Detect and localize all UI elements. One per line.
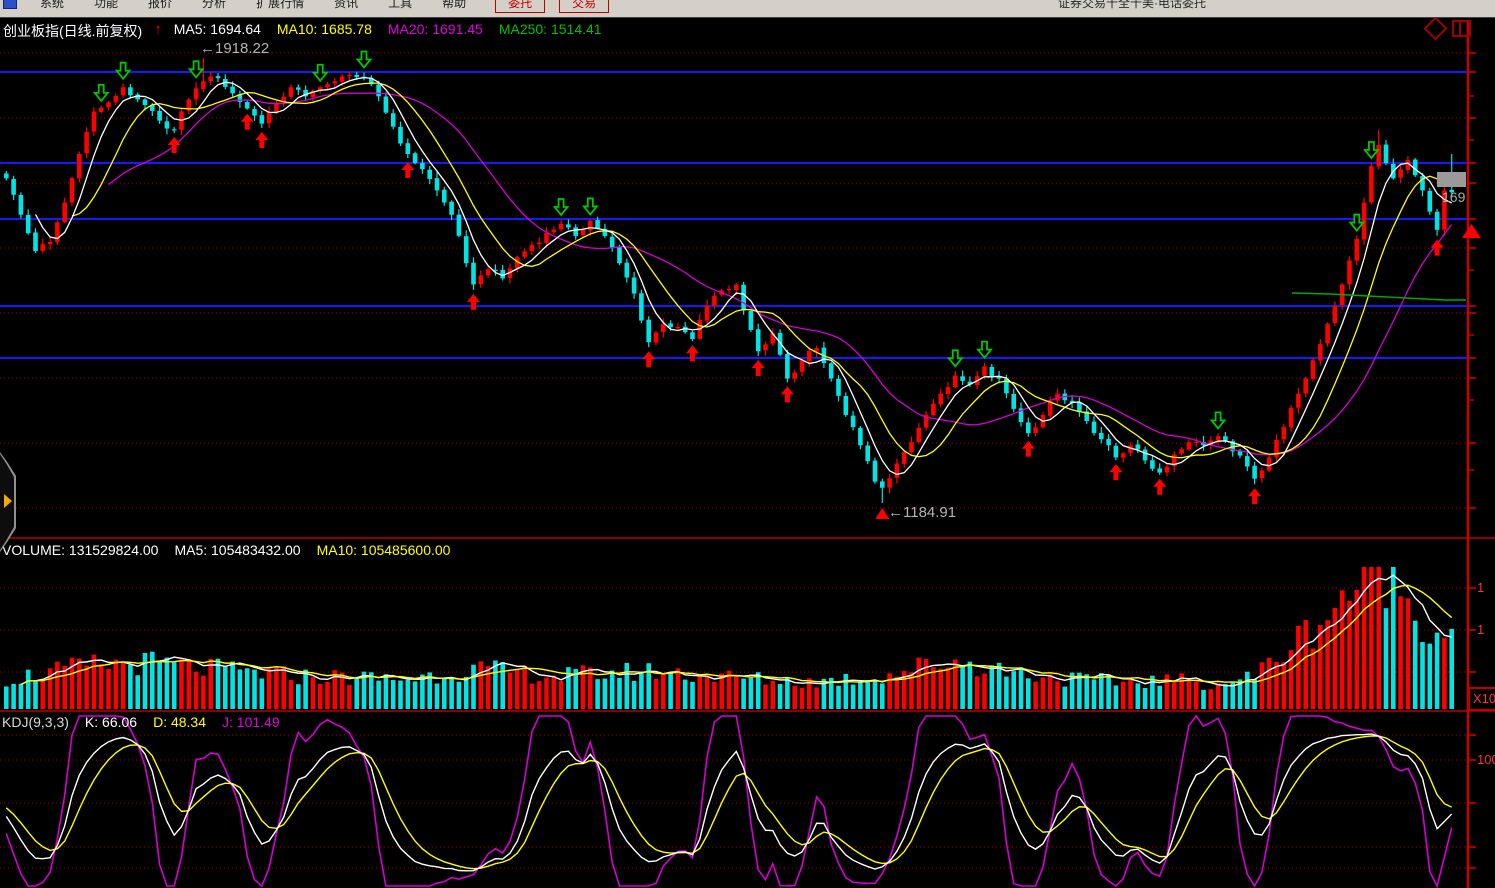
candles bbox=[4, 58, 1454, 503]
corner-icons bbox=[1427, 20, 1471, 37]
volume-pane-header: VOLUME: 131529824.00 MA5: 105483432.00 M… bbox=[2, 542, 450, 558]
kdj-j-value: J: 101.49 bbox=[222, 714, 280, 730]
last-price-marker bbox=[1437, 172, 1466, 187]
chart-canvas[interactable] bbox=[0, 17, 1495, 888]
ma5-value: MA5: 1694.64 bbox=[174, 21, 261, 41]
kdj-label: KDJ(9,3,3) bbox=[2, 714, 69, 730]
app-icon bbox=[3, 0, 17, 9]
kdj-d-value: D: 48.34 bbox=[153, 714, 206, 730]
volume-axis-label-1: 1 bbox=[1477, 580, 1484, 595]
volume-axis-label-2: 1 bbox=[1477, 622, 1484, 637]
instrument-title: 创业板指(日线.前复权) bbox=[3, 21, 142, 41]
volume-ma5-value: MA5: 105483432.00 bbox=[174, 542, 300, 558]
menu-item-function[interactable]: 功能 bbox=[79, 0, 133, 11]
menu-item-system[interactable]: 系统 bbox=[25, 0, 79, 11]
low-price-annotation: ←1184.91 bbox=[888, 504, 956, 521]
kdj-k-value: K: 66.06 bbox=[85, 714, 137, 730]
menu-item-trade[interactable]: 交易 bbox=[559, 0, 609, 13]
menubar-right-text: 证券交易十全十美·电话委托 bbox=[1058, 0, 1206, 11]
menu-item-extended[interactable]: 扩展行情 bbox=[241, 0, 319, 11]
trend-up-icon: ↑ bbox=[154, 21, 162, 41]
menu-item-tools[interactable]: 工具 bbox=[373, 0, 427, 11]
kdj-pane-header: KDJ(9,3,3) K: 66.06 D: 48.34 J: 101.49 bbox=[2, 714, 280, 730]
volume-unit-label: X10 bbox=[1468, 687, 1495, 711]
diamond-icon[interactable] bbox=[1423, 16, 1447, 40]
main-pane-header: 创业板指(日线.前复权) ↑ MA5: 1694.64 MA10: 1685.7… bbox=[3, 21, 602, 41]
ma250-value: MA250: 1514.41 bbox=[499, 21, 602, 41]
menu-item-analysis[interactable]: 分析 bbox=[187, 0, 241, 11]
high-price-annotation: ←1918.22 bbox=[200, 40, 269, 57]
kdj-axis-label: 100 bbox=[1477, 752, 1495, 767]
expand-arrow-icon bbox=[4, 494, 12, 508]
menu-item-help[interactable]: 帮助 bbox=[427, 0, 481, 11]
menu-item-news[interactable]: 资讯 bbox=[319, 0, 373, 11]
split-window-icon[interactable] bbox=[1452, 20, 1471, 37]
volume-ma10-value: MA10: 105485600.00 bbox=[317, 542, 451, 558]
menu-bar: 系统 功能 报价 分析 扩展行情 资讯 工具 帮助 委托 交易 证券交易十全十美… bbox=[0, 0, 1495, 18]
menu-item-order[interactable]: 委托 bbox=[495, 0, 545, 13]
menu-item-quotes[interactable]: 报价 bbox=[133, 0, 187, 11]
price-scale-label: 169 bbox=[1442, 189, 1465, 205]
volume-value: VOLUME: 131529824.00 bbox=[2, 542, 158, 558]
ma10-value: MA10: 1685.78 bbox=[277, 21, 372, 41]
menu-row: 系统 功能 报价 分析 扩展行情 资讯 工具 帮助 委托 交易 证券交易十全十美… bbox=[0, 0, 1495, 14]
ma20-value: MA20: 1691.45 bbox=[388, 21, 483, 41]
